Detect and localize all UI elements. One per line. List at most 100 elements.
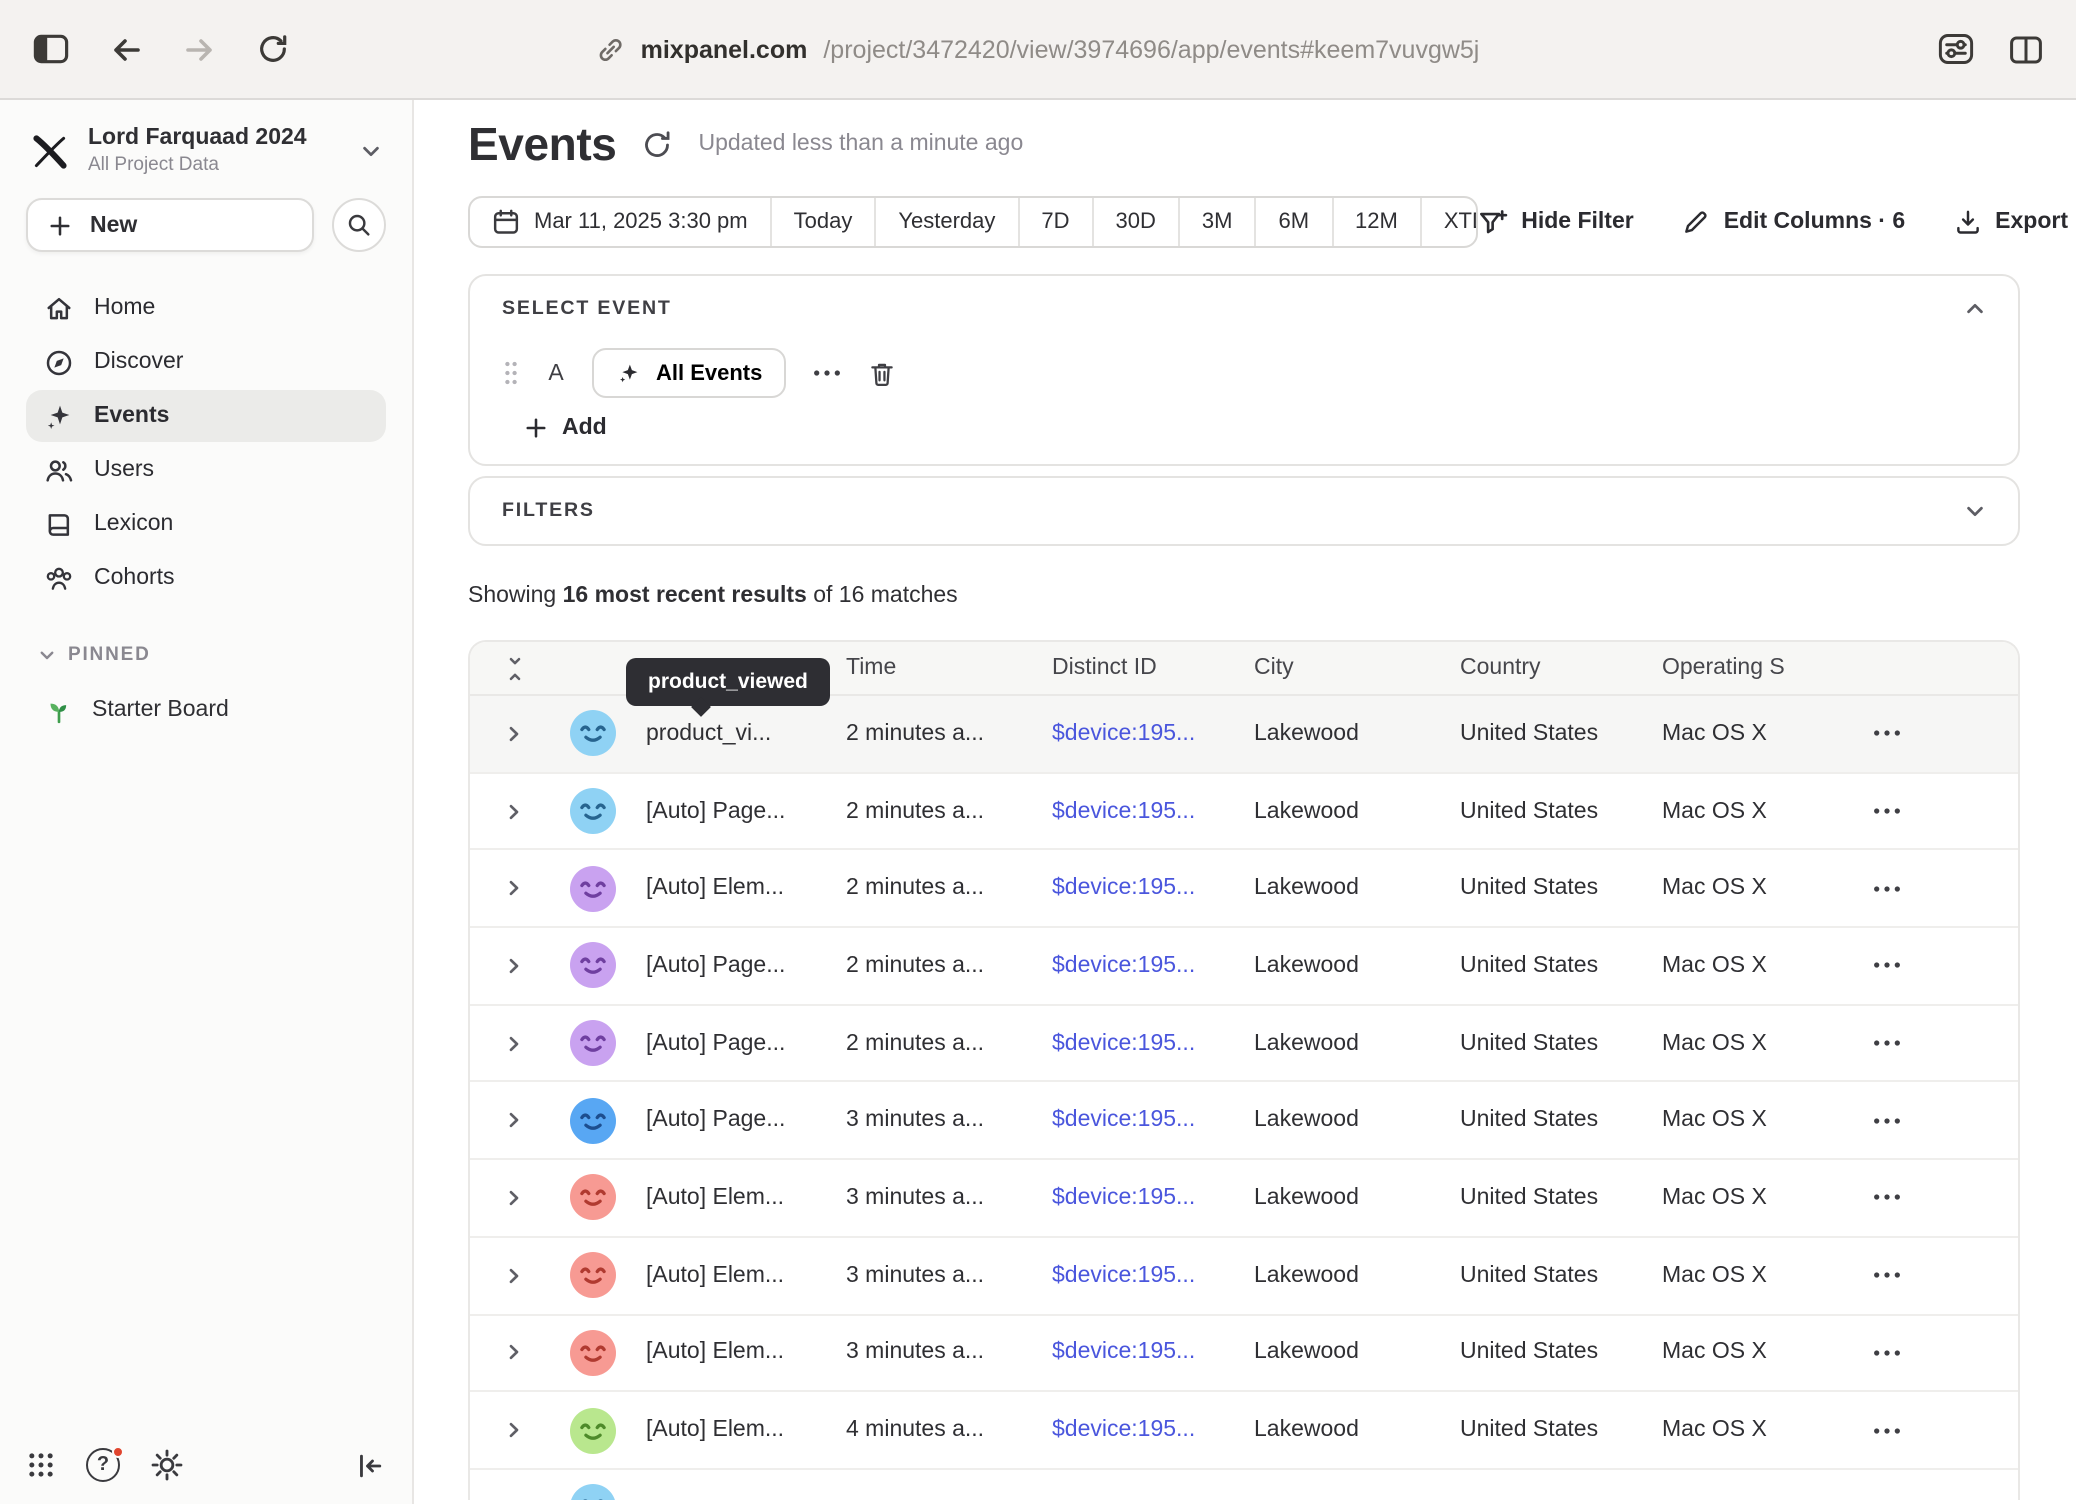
range-7d[interactable]: 7D [1017, 198, 1091, 246]
col-os[interactable]: Operating S [1662, 656, 1862, 680]
row-actions-icon[interactable] [1872, 806, 1902, 816]
back-icon[interactable] [108, 31, 144, 67]
settings-gear-icon[interactable] [150, 1448, 184, 1482]
col-distinct-id[interactable]: Distinct ID [1052, 656, 1254, 680]
expand-row-icon[interactable] [504, 724, 524, 744]
row-actions-icon[interactable] [1872, 1038, 1902, 1048]
distinct-id-link[interactable]: $device:195... [1052, 1341, 1254, 1365]
expand-row-icon[interactable] [504, 1188, 524, 1208]
edit-columns-button[interactable]: Edit Columns · 6 [1682, 208, 1905, 236]
expand-row-icon[interactable] [504, 1343, 524, 1363]
collapse-all-icon[interactable] [503, 655, 525, 681]
sidebar-item-discover[interactable]: Discover [26, 336, 386, 388]
col-country[interactable]: Country [1460, 656, 1662, 680]
all-events-selector[interactable]: All Events [592, 348, 786, 398]
row-actions-icon[interactable] [1872, 1270, 1902, 1280]
trash-icon[interactable] [868, 359, 896, 387]
collapse-sidebar-icon[interactable] [354, 1449, 386, 1481]
address-bar[interactable]: mixpanel.com/project/3472420/view/397469… [597, 35, 1480, 63]
forward-icon[interactable] [182, 31, 218, 67]
table-row[interactable]: [Auto] Elem... 3 minutes a... $device:19… [470, 1238, 2018, 1315]
drag-handle-icon[interactable] [502, 358, 520, 388]
expand-row-icon[interactable] [504, 1033, 524, 1053]
table-row[interactable]: [Auto] Page... 2 minutes a... $device:19… [470, 773, 2018, 850]
range-30d[interactable]: 30D [1092, 198, 1178, 246]
expand-row-icon[interactable] [504, 801, 524, 821]
city-cell: Lakewood [1254, 1341, 1460, 1365]
range-yesterday[interactable]: Yesterday [874, 198, 1017, 246]
search-button[interactable] [332, 198, 386, 252]
sidebar-item-label: Home [94, 296, 155, 320]
expand-row-icon[interactable] [504, 1111, 524, 1131]
distinct-id-link[interactable]: $device:195... [1052, 1109, 1254, 1133]
time-cell: 4 minutes a... [846, 1418, 1052, 1442]
row-actions-icon[interactable] [1872, 883, 1902, 893]
project-switcher[interactable]: Lord Farquaad 2024 All Project Data [26, 120, 386, 198]
new-button[interactable]: New [26, 198, 314, 252]
distinct-id-link[interactable]: $device:195... [1052, 799, 1254, 823]
events-table: product_viewed Time Distinct ID City Cou… [468, 640, 2020, 1500]
range-today[interactable]: Today [770, 198, 875, 246]
row-actions-icon[interactable] [1872, 729, 1902, 739]
expand-row-icon[interactable] [504, 1420, 524, 1440]
range-12m[interactable]: 12M [1331, 198, 1420, 246]
distinct-id-link[interactable]: $device:195... [1052, 722, 1254, 746]
avatar [569, 865, 615, 911]
add-event-button[interactable]: Add [524, 416, 607, 440]
sidebar-item-lexicon[interactable]: Lexicon [26, 498, 386, 550]
help-icon[interactable]: ? [86, 1448, 120, 1482]
export-button[interactable]: Export [1953, 208, 2068, 236]
table-row[interactable]: [Auto] Elem... 2 minutes a... $device:19… [470, 851, 2018, 928]
reload-icon[interactable] [256, 32, 290, 66]
browser-settings-icon[interactable] [1936, 30, 1976, 68]
split-view-icon[interactable] [2008, 31, 2044, 67]
range-6m[interactable]: 6M [1254, 198, 1331, 246]
refresh-icon[interactable] [642, 129, 672, 159]
row-actions-icon[interactable] [1872, 1425, 1902, 1435]
distinct-id-link[interactable]: $device:195... [1052, 954, 1254, 978]
city-cell: Lakewood [1254, 1186, 1460, 1210]
pinned-section-toggle[interactable]: PINNED [26, 644, 386, 666]
distinct-id-link[interactable]: $device:195... [1052, 1031, 1254, 1055]
sidebar-item-events[interactable]: Events [26, 390, 386, 442]
sidebar-item-users[interactable]: Users [26, 444, 386, 496]
distinct-id-link[interactable]: $device:195... [1052, 1186, 1254, 1210]
row-actions-icon[interactable] [1872, 1348, 1902, 1358]
range-3m[interactable]: 3M [1178, 198, 1255, 246]
hide-filter-button[interactable]: Hide Filter [1477, 207, 1633, 237]
expand-row-icon[interactable] [504, 878, 524, 898]
row-actions-icon[interactable] [1872, 1116, 1902, 1126]
expand-row-icon[interactable] [504, 1265, 524, 1285]
event-options-icon[interactable] [812, 368, 842, 378]
chevron-down-icon[interactable] [1964, 500, 1986, 522]
row-actions-icon[interactable] [1872, 961, 1902, 971]
expand-row-icon[interactable] [504, 1497, 524, 1500]
event-row-letter: A [546, 361, 566, 385]
row-actions-icon[interactable] [1872, 1193, 1902, 1203]
table-row[interactable]: [Auto] Elem... 3 minutes a... $device:19… [470, 1315, 2018, 1392]
table-row[interactable]: [Auto] Elem... 3 minutes a... $device:19… [470, 1160, 2018, 1237]
sidebar-toggle-icon[interactable] [32, 30, 70, 68]
distinct-id-link[interactable]: $device:195... [1052, 876, 1254, 900]
apps-grid-icon[interactable] [26, 1450, 56, 1480]
range-xtd[interactable]: XTD [1420, 198, 1477, 246]
col-city[interactable]: City [1254, 656, 1460, 680]
table-row[interactable]: [Auto] Page... 2 minutes a... $device:19… [470, 1006, 2018, 1083]
sidebar-item-cohorts[interactable]: Cohorts [26, 552, 386, 604]
distinct-id-link[interactable]: $device:195... [1052, 1263, 1254, 1287]
col-time[interactable]: Time [846, 656, 1052, 680]
os-cell: Mac OS X [1662, 799, 1862, 823]
chevron-up-icon[interactable] [1964, 298, 1986, 320]
table-row[interactable]: [Auto] Elem... 4 minutes a... $device:19… [470, 1392, 2018, 1469]
table-row[interactable] [470, 1470, 2018, 1500]
date-picker-button[interactable]: Mar 11, 2025 3:30 pm [470, 198, 770, 246]
table-row[interactable]: [Auto] Page... 2 minutes a... $device:19… [470, 928, 2018, 1005]
search-icon [346, 212, 372, 238]
expand-row-icon[interactable] [504, 956, 524, 976]
sidebar-item-home[interactable]: Home [26, 282, 386, 334]
table-row[interactable]: [Auto] Page... 3 minutes a... $device:19… [470, 1083, 2018, 1160]
sidebar-item-starter-board[interactable]: Starter Board [26, 684, 386, 736]
avatar [569, 1330, 615, 1376]
time-cell: 2 minutes a... [846, 1031, 1052, 1055]
distinct-id-link[interactable]: $device:195... [1052, 1418, 1254, 1442]
